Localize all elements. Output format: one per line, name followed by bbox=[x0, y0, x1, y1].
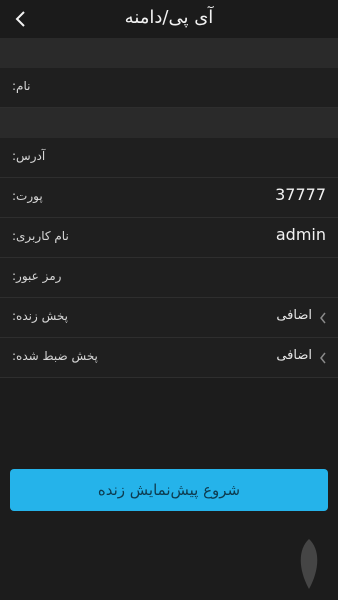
page-title: آی پی/دامنه bbox=[124, 7, 214, 28]
playback-label: پخش ضبط شده: bbox=[12, 349, 98, 363]
name-label: نام: bbox=[12, 79, 31, 93]
port-value[interactable]: 37777 bbox=[275, 185, 326, 204]
chevron-left-icon bbox=[320, 352, 326, 364]
port-row[interactable]: پورت: 37777 bbox=[0, 178, 338, 218]
username-row[interactable]: نام کاربری: admin bbox=[0, 218, 338, 258]
username-label: نام کاربری: bbox=[12, 229, 69, 243]
address-row[interactable]: آدرس: bbox=[0, 138, 338, 178]
playback-extra: اضافی bbox=[276, 348, 312, 363]
live-stream-extra: اضافی bbox=[276, 308, 312, 323]
port-label: پورت: bbox=[12, 189, 43, 203]
section-spacer bbox=[0, 38, 338, 68]
name-row[interactable]: نام: bbox=[0, 68, 338, 108]
start-live-preview-button[interactable]: شروع پیش‌نمایش زنده bbox=[10, 469, 328, 511]
playback-row[interactable]: پخش ضبط شده: اضافی bbox=[0, 338, 338, 378]
section-spacer bbox=[0, 108, 338, 138]
store-logo-icon bbox=[300, 539, 318, 589]
header-bar: آی پی/دامنه bbox=[0, 0, 338, 38]
live-stream-label: پخش زنده: bbox=[12, 309, 68, 323]
password-label: رمز عبور: bbox=[12, 269, 62, 283]
chevron-left-icon bbox=[320, 312, 326, 324]
live-stream-row[interactable]: پخش زنده: اضافی bbox=[0, 298, 338, 338]
password-row[interactable]: رمز عبور: bbox=[0, 258, 338, 298]
address-label: آدرس: bbox=[12, 149, 46, 163]
username-value[interactable]: admin bbox=[276, 225, 326, 244]
